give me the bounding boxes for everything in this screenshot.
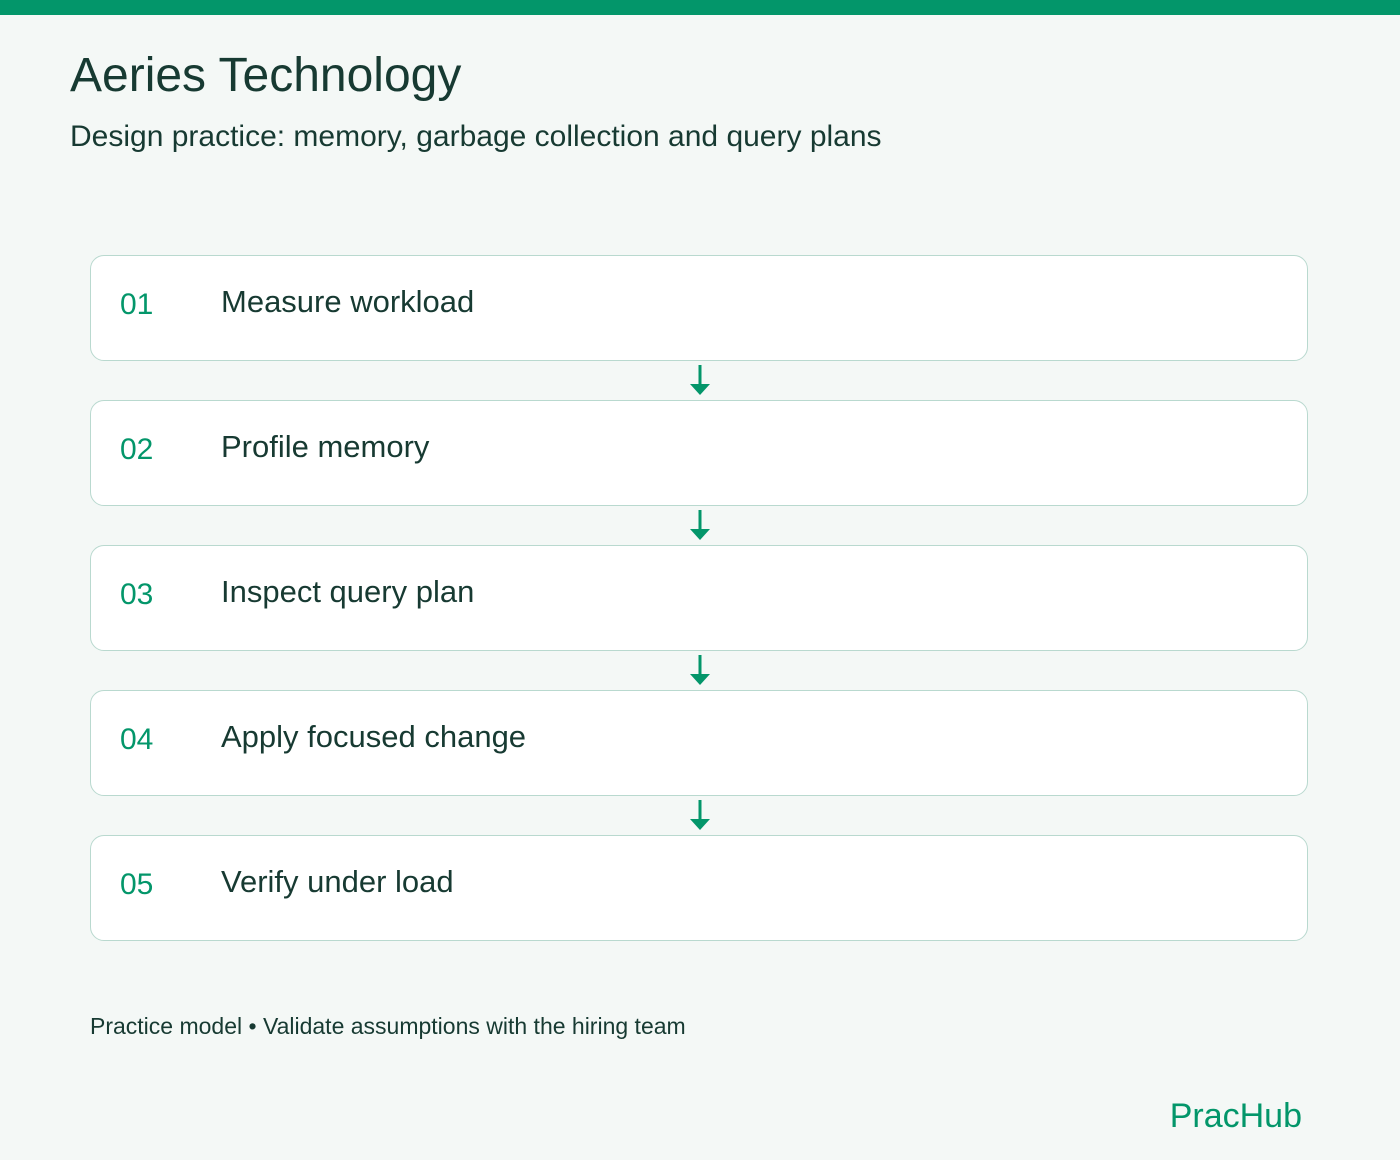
step-card-3: 03 Inspect query plan — [90, 545, 1308, 651]
arrow-down-icon — [690, 510, 710, 540]
step-card-4: 04 Apply focused change — [90, 690, 1308, 796]
step-label: Verify under load — [221, 864, 454, 899]
step-number: 01 — [120, 288, 154, 321]
page-title: Aeries Technology — [70, 49, 462, 102]
step-number: 02 — [120, 433, 154, 466]
step-number: 03 — [120, 578, 154, 611]
brand-logo-text: PracHub — [1169, 1097, 1302, 1135]
step-label: Apply focused change — [221, 719, 527, 754]
step-label: Inspect query plan — [221, 574, 475, 609]
arrow-down-icon — [690, 655, 710, 685]
step-card-2: 02 Profile memory — [90, 400, 1308, 506]
step-card-1: 01 Measure workload — [90, 255, 1308, 361]
step-number: 05 — [120, 868, 154, 901]
step-label: Measure workload — [221, 284, 475, 319]
top-accent-bar — [0, 0, 1400, 15]
footer-note: Practice model • Validate assumptions wi… — [90, 1013, 686, 1039]
step-number: 04 — [120, 723, 154, 756]
step-card-5: 05 Verify under load — [90, 835, 1308, 941]
step-label: Profile memory — [221, 429, 430, 464]
page-subtitle: Design practice: memory, garbage collect… — [70, 120, 882, 153]
arrow-down-icon — [690, 365, 710, 395]
arrow-down-icon — [690, 800, 710, 830]
